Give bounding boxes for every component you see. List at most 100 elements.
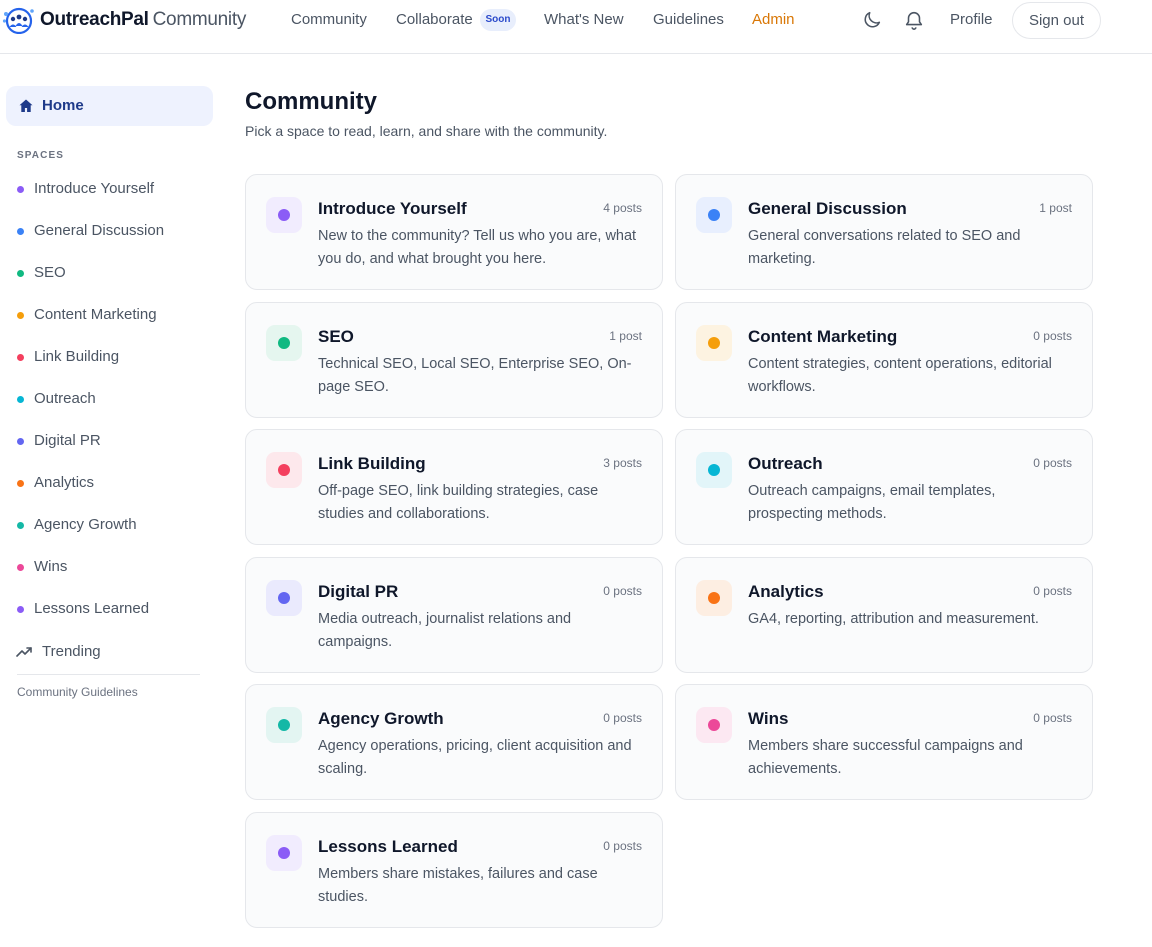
sign-out-button[interactable]: Sign out [1012, 2, 1101, 39]
space-card-title: Analytics [748, 581, 824, 601]
space-icon-tile [696, 707, 732, 744]
sidebar-item-space[interactable]: Lessons Learned [0, 597, 220, 621]
home-icon [19, 99, 33, 112]
page-title: Community [245, 88, 377, 115]
space-post-count: 0 posts [603, 583, 642, 598]
space-card[interactable]: SEO 1 post Technical SEO, Local SEO, Enter… [245, 301, 663, 418]
space-dot-icon [708, 591, 720, 604]
bell-icon[interactable] [903, 9, 925, 31]
space-color-dot [17, 228, 24, 235]
sidebar-item-label: Wins [34, 558, 68, 575]
space-dot-icon [278, 719, 290, 732]
space-card-description: GA4, reporting, attribution and measurem… [748, 610, 1039, 627]
sidebar-item-space[interactable]: Wins [0, 555, 220, 579]
space-post-count: 3 posts [603, 456, 642, 471]
sidebar-item-home[interactable]: Home [6, 86, 213, 126]
space-color-dot [17, 186, 24, 193]
spaces-heading: SPACES [17, 150, 64, 161]
space-card-description: Members share successful campaigns and a… [748, 738, 1023, 778]
nav-guidelines[interactable]: Guidelines [653, 11, 724, 29]
sidebar-item-space[interactable]: Outreach [0, 387, 220, 411]
nav-whats-new[interactable]: What's New [544, 11, 624, 29]
space-card[interactable]: Analytics 0 posts GA4, reporting, attribut… [675, 556, 1093, 673]
space-post-count: 1 post [1039, 201, 1072, 215]
space-card[interactable]: Lessons Learned 0 posts Members share mist… [245, 812, 663, 928]
space-post-count: 0 posts [603, 839, 642, 853]
sidebar-item-label: Outreach [34, 390, 96, 407]
sidebar-item-label: Content Marketing [34, 306, 157, 323]
space-card[interactable]: Link Building 3 posts Off-page SEO, link b… [245, 429, 663, 546]
space-card-title: Outreach [748, 454, 823, 474]
space-post-count: 4 posts [603, 201, 642, 215]
community-guidelines-link[interactable]: Community Guidelines [17, 685, 138, 699]
brand-suffix: Community [152, 9, 247, 30]
sidebar: Home SPACES Introduce Yourself General Di… [0, 55, 230, 947]
sidebar-item-label: Lessons Learned [34, 600, 150, 617]
space-dot-icon [278, 336, 290, 349]
space-dot-icon [278, 209, 290, 221]
page-subtitle: Pick a space to read, learn, and share w… [245, 123, 608, 139]
space-dot-icon [278, 464, 290, 477]
space-card[interactable]: Outreach 0 posts Outreach campaigns, email… [675, 429, 1093, 546]
space-post-count: 0 posts [1033, 711, 1072, 726]
sidebar-item-space[interactable]: Introduce Yourself [0, 177, 220, 201]
sidebar-item-space[interactable]: Digital PR [0, 429, 220, 453]
space-post-count: 0 posts [1033, 328, 1072, 343]
space-icon-tile [266, 324, 302, 361]
space-card[interactable]: Digital PR 0 posts Media outreach, journal… [245, 556, 663, 673]
space-icon-tile [266, 707, 302, 744]
space-post-count: 0 posts [1033, 456, 1072, 471]
space-dot-icon [708, 464, 720, 477]
space-card-title: SEO [318, 326, 354, 346]
nav-collaborate[interactable]: Collaborate [396, 11, 473, 29]
space-card-description: Media outreach, journalist relations and… [318, 610, 572, 650]
sidebar-item-label: Analytics [34, 474, 95, 491]
space-card-title: Digital PR [318, 581, 399, 601]
space-card-title: Link Building [318, 454, 426, 474]
space-color-dot [17, 480, 24, 487]
space-card-description: Outreach campaigns, email templates, pro… [748, 483, 996, 523]
space-card[interactable]: General Discussion 1 post General conversa… [675, 174, 1093, 290]
space-color-dot [17, 564, 24, 571]
trending-up-icon [16, 647, 32, 657]
space-icon-tile [696, 579, 732, 616]
space-dot-icon [708, 336, 720, 349]
space-card[interactable]: Content Marketing 0 posts Content strategi… [675, 301, 1093, 418]
sidebar-item-space[interactable]: SEO [0, 261, 220, 285]
sidebar-item-space[interactable]: Content Marketing [0, 303, 220, 327]
sidebar-item-space[interactable]: General Discussion [0, 219, 220, 243]
space-dot-icon [708, 719, 720, 732]
soon-badge: Soon [480, 9, 516, 31]
space-color-dot [17, 270, 24, 277]
space-dot-icon [278, 847, 290, 859]
sidebar-item-space[interactable]: Link Building [0, 345, 220, 369]
space-card[interactable]: Wins 0 posts Members share successful camp… [675, 684, 1093, 801]
space-card-description: Technical SEO, Local SEO, Enterprise SEO… [318, 355, 632, 395]
profile-link[interactable]: Profile [950, 11, 993, 29]
space-icon-tile [696, 197, 732, 233]
sidebar-item-label: SEO [34, 264, 66, 281]
sidebar-item-space[interactable]: Analytics [0, 471, 220, 495]
sidebar-item-space[interactable]: Agency Growth [0, 513, 220, 537]
space-card-description: Members share mistakes, failures and cas… [318, 866, 598, 905]
logo-mark-icon [2, 7, 34, 34]
sidebar-item-trending[interactable]: Trending [0, 640, 220, 664]
space-icon-tile [266, 452, 302, 489]
space-color-dot [17, 522, 24, 529]
nav-community[interactable]: Community [291, 11, 367, 29]
space-card-title: Introduce Yourself [318, 199, 467, 218]
space-card[interactable]: Introduce Yourself 4 posts New to the comm… [245, 174, 663, 290]
space-card-description: General conversations related to SEO and… [748, 228, 1021, 267]
space-post-count: 0 posts [603, 711, 642, 726]
moon-icon[interactable] [861, 9, 883, 31]
space-color-dot [17, 438, 24, 445]
space-card-title: Lessons Learned [318, 837, 458, 856]
space-card[interactable]: Agency Growth 0 posts Agency operations, p… [245, 684, 663, 801]
sidebar-item-label: Agency Growth [34, 516, 137, 533]
space-dot-icon [278, 591, 290, 604]
nav-admin[interactable]: Admin [752, 11, 795, 29]
sidebar-item-label: Trending [42, 643, 101, 660]
space-card-title: Wins [748, 709, 789, 729]
sidebar-item-label: General Discussion [34, 222, 165, 239]
brand-logo[interactable]: OutreachPal Community [2, 6, 246, 34]
